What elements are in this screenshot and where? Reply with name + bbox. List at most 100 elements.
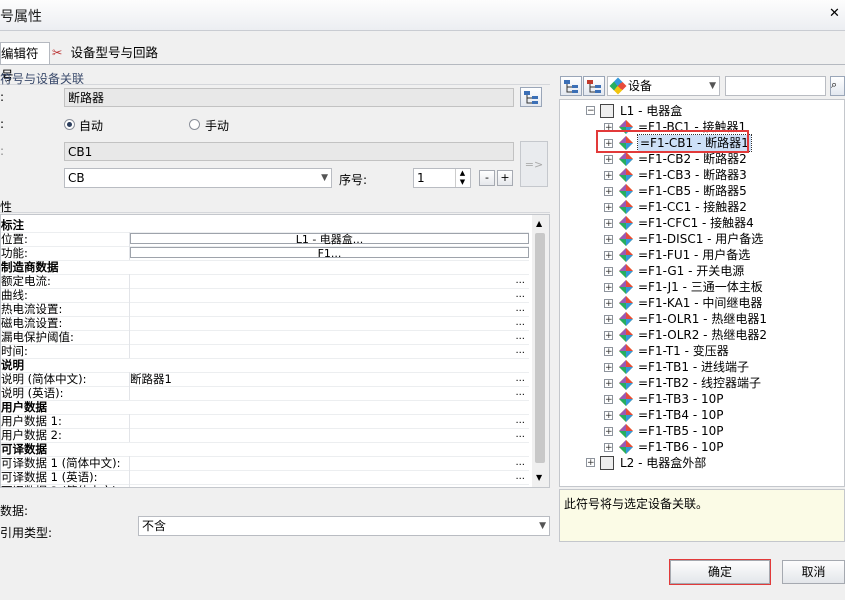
expand-toggle[interactable]: + <box>604 171 613 181</box>
tree-item[interactable]: =F1-KA1 - 中间继电器 <box>638 295 762 311</box>
property-value-cell[interactable] <box>129 414 530 428</box>
tree-item[interactable]: =F1-T1 - 变压器 <box>638 343 729 359</box>
property-value-cell[interactable] <box>129 372 530 386</box>
expand-toggle[interactable]: + <box>604 155 613 165</box>
tree-item[interactable]: =F1-FU1 - 用户备选 <box>638 247 750 263</box>
expand-toggle[interactable]: + <box>604 315 613 325</box>
tree-item[interactable]: =F1-CFC1 - 接触器4 <box>638 215 754 231</box>
tree-item[interactable]: =F1-G1 - 开关电源 <box>638 263 744 279</box>
property-row[interactable]: 功能: F1... <box>1 246 529 261</box>
property-row[interactable]: 漏电保护阈值:... <box>1 330 529 345</box>
seq-input[interactable]: 1 ▲ ▼ <box>413 168 471 188</box>
expand-toggle[interactable]: + <box>604 379 613 389</box>
plus-button[interactable]: + <box>497 170 513 186</box>
property-row[interactable]: 用户数据 1:... <box>1 414 529 429</box>
ellipsis-button[interactable]: ... <box>515 386 525 400</box>
property-value-cell[interactable] <box>129 316 530 330</box>
ellipsis-button[interactable]: ... <box>515 414 525 428</box>
tree-item[interactable]: =F1-TB1 - 进线端子 <box>638 359 749 375</box>
property-value-button[interactable]: F1... <box>130 247 529 259</box>
property-row[interactable]: 热电流设置:... <box>1 302 529 317</box>
ellipsis-button[interactable]: ... <box>515 288 525 302</box>
tree-item[interactable]: =F1-TB6 - 10P <box>638 439 723 455</box>
tab-device-model[interactable]: ✂ 设备型号与回路 <box>52 42 158 64</box>
ellipsis-button[interactable]: ... <box>515 484 525 487</box>
spinner-icon[interactable]: ▲ ▼ <box>455 169 469 187</box>
ref-type-combo[interactable]: 不含 ▼ <box>138 516 550 536</box>
scroll-down-icon[interactable]: ▼ <box>536 473 542 482</box>
property-value-cell[interactable] <box>129 344 530 358</box>
tree-item[interactable]: =F1-TB2 - 线控器端子 <box>638 375 761 391</box>
property-row[interactable]: 说明 (英语):... <box>1 386 529 401</box>
property-row[interactable]: 用户数据 2:... <box>1 428 529 443</box>
expand-toggle[interactable]: + <box>604 251 613 261</box>
ellipsis-button[interactable]: ... <box>515 316 525 330</box>
tree-view-button[interactable] <box>520 87 542 107</box>
scroll-thumb[interactable] <box>535 233 545 463</box>
tree-item[interactable]: =F1-CB2 - 断路器2 <box>638 151 747 167</box>
ellipsis-button[interactable]: ... <box>515 302 525 316</box>
ellipsis-button[interactable]: ... <box>515 330 525 344</box>
property-value-cell[interactable] <box>129 386 530 400</box>
expand-toggle[interactable]: + <box>604 187 613 197</box>
tree-search-input[interactable] <box>725 76 826 96</box>
grid-scrollbar[interactable]: ▲ ▼ <box>532 215 549 487</box>
expand-toggle[interactable]: + <box>604 203 613 213</box>
expand-toggle[interactable]: + <box>604 411 613 421</box>
manual-radio[interactable] <box>189 119 200 130</box>
property-row[interactable]: 可译数据 2 (简体中文):... <box>1 484 530 487</box>
expand-toggle[interactable]: + <box>586 458 595 468</box>
property-row[interactable]: 说明 (简体中文): 断路器1... <box>1 372 529 387</box>
expand-toggle[interactable]: + <box>604 443 613 453</box>
ellipsis-button[interactable]: ... <box>515 428 525 442</box>
property-row[interactable]: 位置: L1 - 电器盒... <box>1 232 529 247</box>
property-value-cell[interactable] <box>129 470 530 484</box>
expand-toggle[interactable]: + <box>604 331 613 341</box>
expand-tree-button[interactable] <box>560 76 582 96</box>
expand-toggle[interactable]: + <box>604 219 613 229</box>
property-row[interactable]: 可译数据 1 (英语):... <box>1 470 529 485</box>
property-value-cell[interactable] <box>129 428 530 442</box>
ellipsis-button[interactable]: ... <box>515 344 525 358</box>
expand-toggle[interactable]: + <box>604 283 613 293</box>
tree-item[interactable]: =F1-CB3 - 断路器3 <box>638 167 747 183</box>
ellipsis-button[interactable]: ... <box>515 456 525 470</box>
tree-root-l2[interactable]: L2 - 电器盒外部 <box>620 455 706 471</box>
expand-toggle[interactable]: + <box>604 235 613 245</box>
tree-item[interactable]: =F1-DISC1 - 用户备选 <box>638 231 763 247</box>
expand-toggle[interactable]: − <box>586 106 595 116</box>
property-row[interactable]: 曲线:... <box>1 288 529 303</box>
tree-item[interactable]: =F1-J1 - 三通一体主板 <box>638 279 763 295</box>
property-row[interactable]: 可译数据 1 (简体中文):... <box>1 456 529 471</box>
tree-item[interactable]: =F1-TB5 - 10P <box>638 423 723 439</box>
property-value-cell[interactable] <box>129 274 530 288</box>
auto-radio[interactable] <box>64 119 75 130</box>
close-icon[interactable]: ✕ <box>829 6 845 22</box>
ellipsis-button[interactable]: ... <box>515 372 525 386</box>
ellipsis-button[interactable]: ... <box>515 470 525 484</box>
ellipsis-button[interactable]: ... <box>515 274 525 288</box>
expand-toggle[interactable]: + <box>604 427 613 437</box>
tree-item[interactable]: =F1-CB5 - 断路器5 <box>638 183 747 199</box>
expand-toggle[interactable]: + <box>604 299 613 309</box>
property-value-cell[interactable] <box>129 456 530 470</box>
collapse-tree-button[interactable] <box>583 76 605 96</box>
expand-toggle[interactable]: + <box>604 267 613 277</box>
property-value-cell[interactable] <box>129 288 530 302</box>
minus-button[interactable]: - <box>479 170 495 186</box>
scroll-up-icon[interactable]: ▲ <box>536 219 542 228</box>
property-value-cell[interactable] <box>129 302 530 316</box>
expand-toggle[interactable]: + <box>604 347 613 357</box>
tree-root-l1[interactable]: L1 - 电器盒 <box>620 103 682 119</box>
property-row[interactable]: 时间:... <box>1 344 529 359</box>
tree-item[interactable]: =F1-CC1 - 接触器2 <box>638 199 747 215</box>
prefix-combo[interactable]: CB ▼ <box>64 168 332 188</box>
tab-edit-symbol[interactable]: 编辑符号 <box>0 42 50 83</box>
property-value-cell[interactable] <box>129 330 530 344</box>
expand-toggle[interactable]: + <box>604 363 613 373</box>
tree-item[interactable]: =F1-TB4 - 10P <box>638 407 723 423</box>
property-row[interactable]: 额定电流:... <box>1 274 529 289</box>
property-value-cell[interactable] <box>129 484 530 487</box>
binoculars-button[interactable]: ⌕ <box>830 76 845 96</box>
cancel-button[interactable]: 取消 <box>782 560 845 584</box>
